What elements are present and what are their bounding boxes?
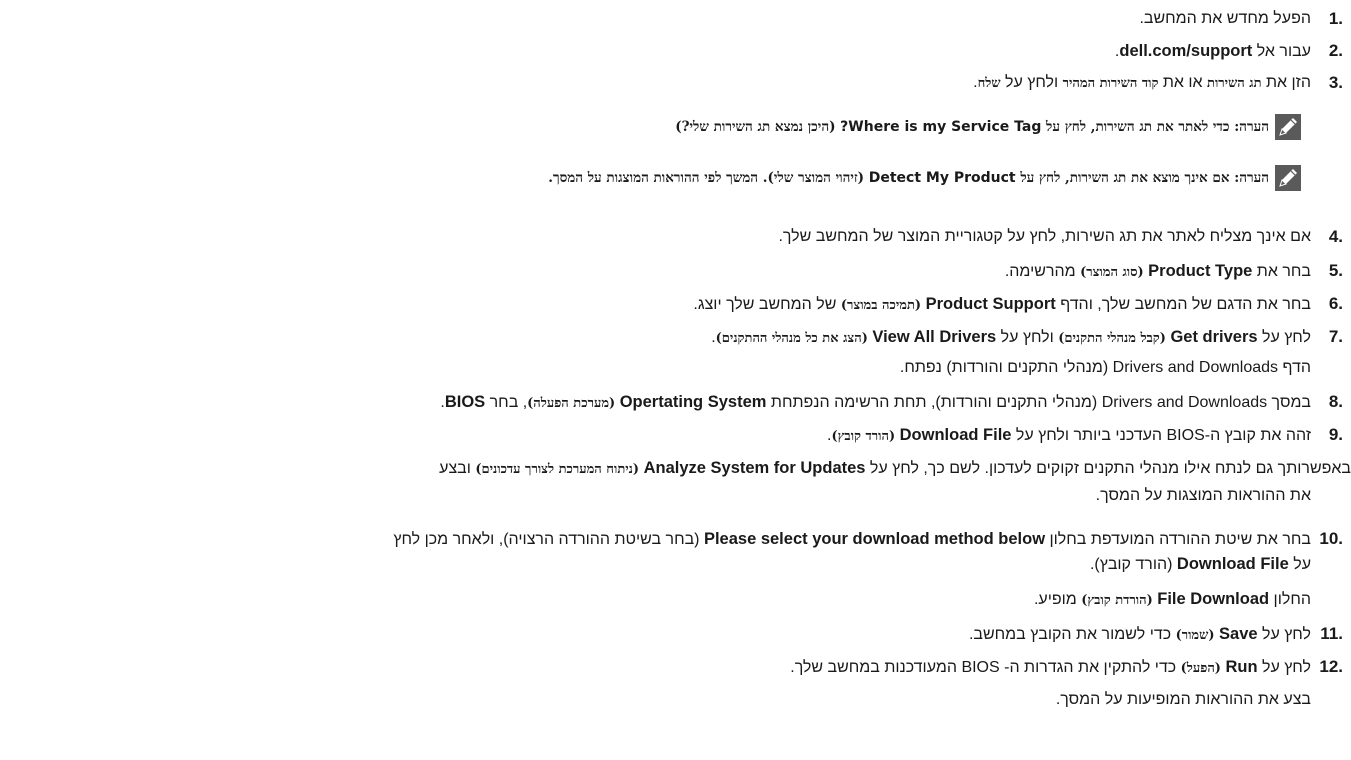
step-text: בצע את ההוראות המופיעות על המסך. (1055, 691, 1311, 708)
step-4: 4. אם אינך מצליח לאתר את תג השירות, לחץ … (0, 224, 1351, 252)
step-text: עבור אל dell.com/support. (1114, 42, 1311, 60)
step-7-result: הדף Drivers and Downloads (מנהלי התקנים … (0, 355, 1351, 383)
step-text: את ההוראות המוצגות על המסך. (1095, 487, 1311, 504)
step-12: 12. לחץ על Run (הפעל) כדי להתקין את הגדר… (0, 654, 1351, 682)
step-number: 8. (1328, 392, 1343, 411)
step-number: 3. (1328, 73, 1343, 92)
step-text: בחר את Product Type (סוג המוצר) מהרשימה. (1004, 262, 1311, 280)
step-number: 10. (1319, 529, 1343, 548)
note-text: הערה: אם אינך מוצא את תג השירות, לחץ על … (548, 170, 1269, 186)
step-number: 4. (1328, 227, 1343, 246)
step-8: 8. במסך Drivers and Downloads (מנהלי התק… (0, 389, 1351, 417)
step-7: 7. לחץ על Get drivers (קבל מנהלי התקנים)… (0, 324, 1351, 352)
step-11: 11. לחץ על Save (שמור) כדי לשמור את הקוב… (0, 621, 1351, 649)
step-3: 3. הזן את תג השירות או את קוד השירות המה… (0, 70, 1351, 98)
step-number: 2. (1328, 41, 1343, 60)
support-url: dell.com/support (1119, 42, 1253, 60)
pencil-note-icon (1275, 114, 1301, 140)
step-6: 6. בחר את הדגם של המחשב שלך, והדף Produc… (0, 291, 1351, 319)
step-text: במסך Drivers and Downloads (מנהלי התקנים… (440, 393, 1311, 411)
step-text: אם אינך מצליח לאתר את תג השירות, לחץ על … (778, 228, 1311, 245)
step-text: הפעל מחדש את המחשב. (1139, 10, 1311, 27)
step-text: לחץ על Get drivers (קבל מנהלי התקנים) ול… (711, 328, 1311, 346)
step-text: הזן את תג השירות או את קוד השירות המהיר … (973, 74, 1311, 91)
step-text: הדף Drivers and Downloads (מנהלי התקנים … (899, 359, 1311, 376)
step-number: 5. (1328, 261, 1343, 280)
step-number: 11. (1320, 624, 1343, 643)
step-text: על Download File (הורד קובץ). (1089, 555, 1311, 573)
step-text: זהה את קובץ ה-BIOS העדכני ביותר ולחץ על … (827, 426, 1311, 444)
step-text: בחר את הדגם של המחשב שלך, והדף Product S… (693, 295, 1311, 313)
step-9-extra-2: את ההוראות המוצגות על המסך. (0, 483, 1351, 511)
step-text: לחץ על Save (שמור) כדי לשמור את הקובץ במ… (968, 625, 1311, 643)
step-number: 7. (1328, 327, 1343, 346)
step-number: 12. (1319, 657, 1343, 676)
step-text: החלון File Download (הורדת קובץ) מופיע. (1033, 590, 1311, 608)
note-service-tag: הערה: כדי לאתר את תג השירות, לחץ על Wher… (0, 112, 1351, 142)
note-detect-product: הערה: אם אינך מוצא את תג השירות, לחץ על … (0, 163, 1351, 193)
step-2: 2. עבור אל dell.com/support. (0, 38, 1351, 66)
note-text: הערה: כדי לאתר את תג השירות, לחץ על Wher… (675, 119, 1269, 135)
step-5: 5. בחר את Product Type (סוג המוצר) מהרשי… (0, 258, 1351, 286)
step-text: בחר את שיטת ההורדה המועדפת בחלון Please … (393, 530, 1311, 548)
step-10-result: החלון File Download (הורדת קובץ) מופיע. (0, 586, 1351, 614)
step-number: 1. (1328, 9, 1343, 28)
step-10: 10. בחר את שיטת ההורדה המועדפת בחלון Ple… (0, 526, 1351, 554)
step-number: 9. (1328, 425, 1343, 444)
step-10-cont: על Download File (הורד קובץ). (0, 551, 1351, 579)
step-text: לחץ על Run (הפעל) כדי להתקין את הגדרות ה… (790, 658, 1311, 676)
bios-update-instructions: 1. הפעל מחדש את המחשב. 2. עבור אל dell.c… (0, 0, 1351, 760)
pencil-note-icon (1275, 165, 1301, 191)
step-1: 1. הפעל מחדש את המחשב. (0, 6, 1351, 34)
step-9: 9. זהה את קובץ ה-BIOS העדכני ביותר ולחץ … (0, 422, 1351, 450)
step-text: באפשרותך גם לנתח אילו מנהלי התקנים זקוקי… (439, 459, 1351, 477)
step-12-result: בצע את ההוראות המופיעות על המסך. (0, 687, 1351, 715)
step-9-extra-1: באפשרותך גם לנתח אילו מנהלי התקנים זקוקי… (0, 455, 1351, 483)
step-number: 6. (1328, 294, 1343, 313)
